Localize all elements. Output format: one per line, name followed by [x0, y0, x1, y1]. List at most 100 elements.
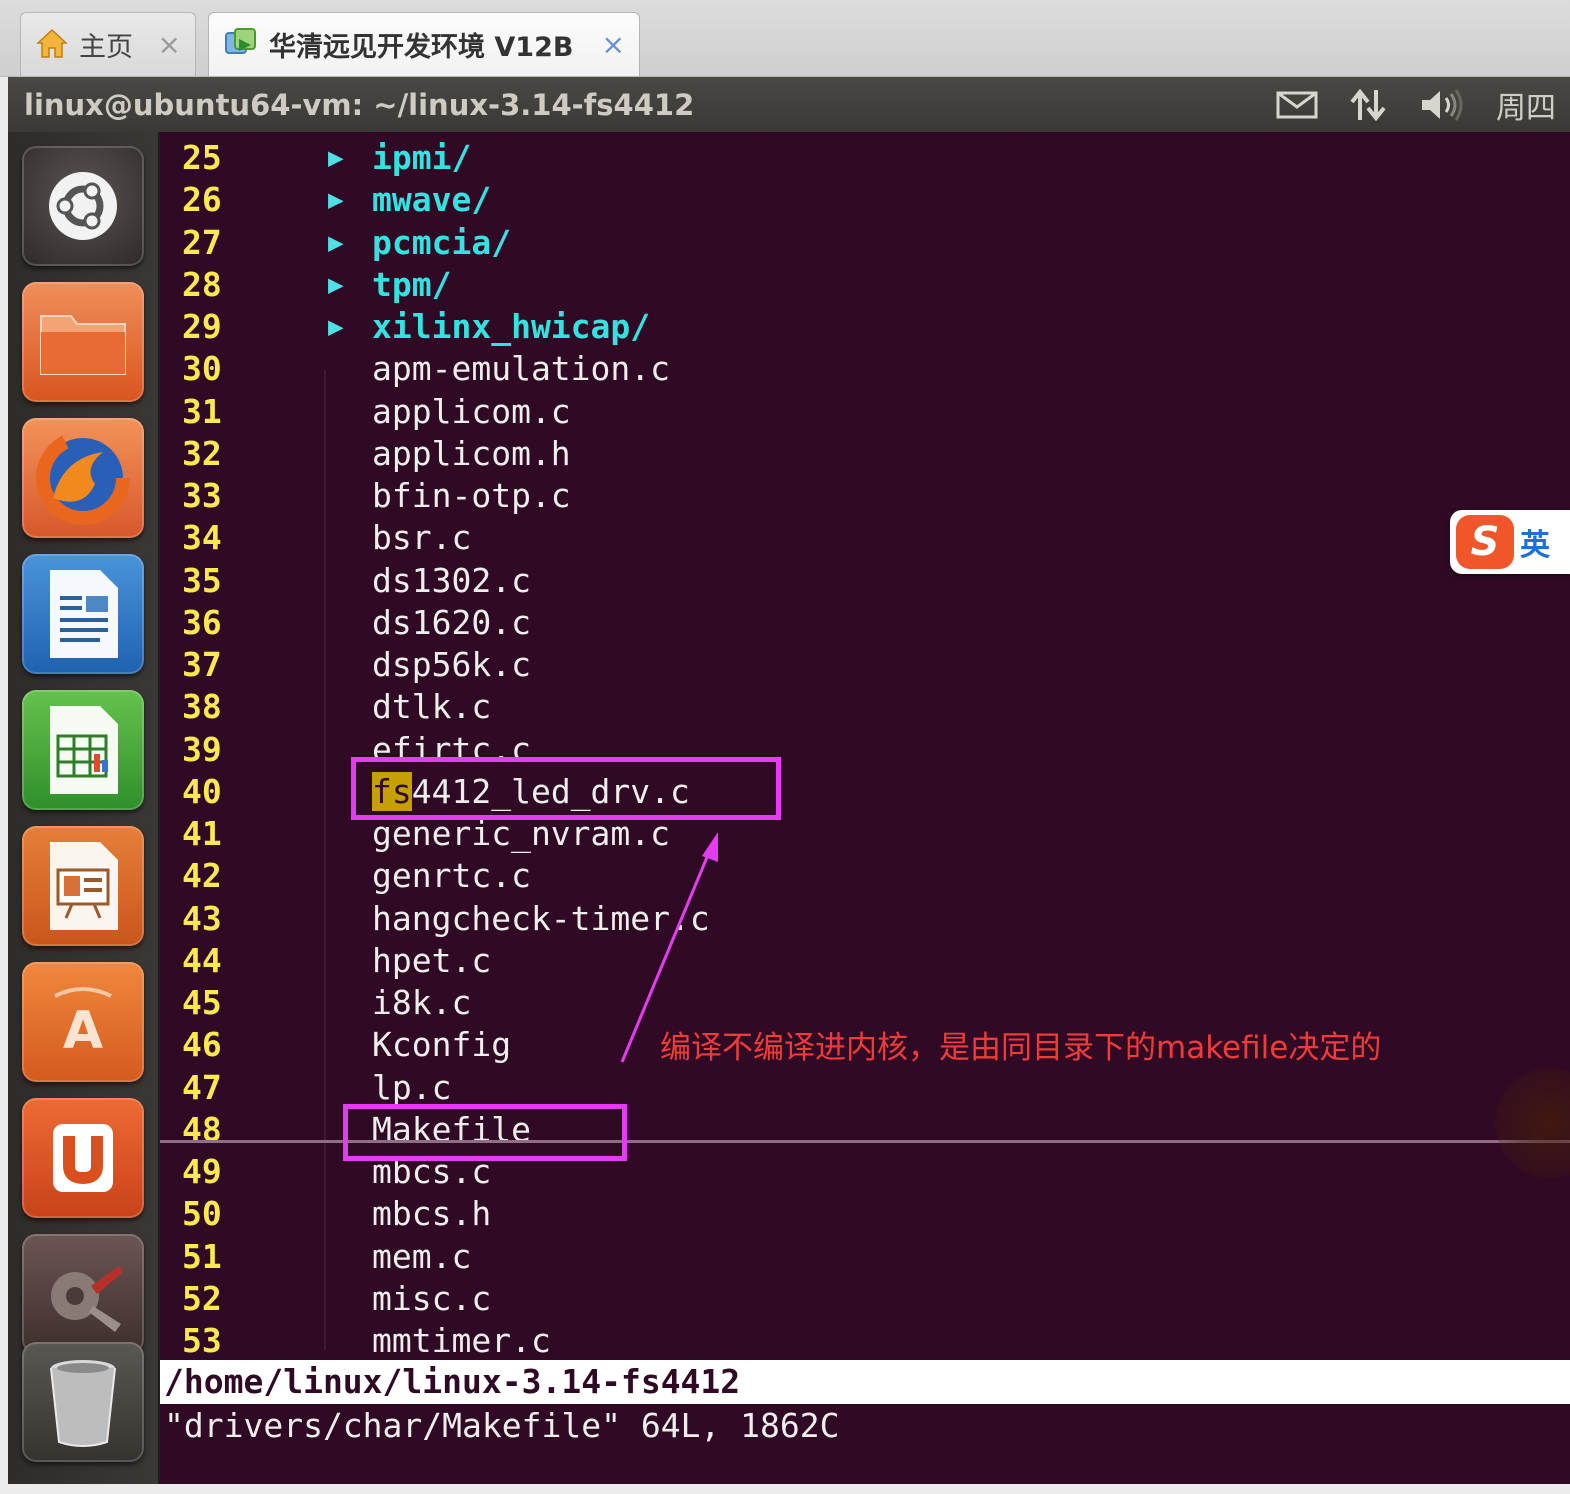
file-row[interactable]: 47 lp.c	[160, 1067, 1570, 1109]
file-name[interactable]: bsr.c	[372, 517, 471, 559]
file-row[interactable]: 26 ▶ mwave/	[160, 179, 1570, 221]
file-name[interactable]: applicom.h	[372, 433, 571, 475]
file-row[interactable]: 31 applicom.c	[160, 391, 1570, 433]
file-name[interactable]: mem.c	[372, 1236, 471, 1278]
dir-arrow-icon[interactable]: ▶	[328, 222, 344, 264]
line-number: 39	[182, 730, 222, 769]
file-row[interactable]: 28 ▶ tpm/	[160, 264, 1570, 306]
file-name[interactable]: Kconfig	[372, 1024, 511, 1066]
file-row[interactable]: 34 bsr.c	[160, 517, 1570, 559]
file-name[interactable]: hpet.c	[372, 940, 491, 982]
directory-name[interactable]: tpm/	[372, 264, 451, 306]
file-name[interactable]: genrtc.c	[372, 855, 531, 897]
file-row[interactable]: 29 ▶ xilinx_hwicap/	[160, 306, 1570, 348]
dash-home-icon[interactable]	[22, 146, 144, 266]
file-name[interactable]: dtlk.c	[372, 686, 491, 728]
line-number: 40	[182, 772, 222, 811]
tab-vm-label: 华清远见开发环境 V12B	[269, 32, 574, 63]
tab-home[interactable]: 主页 ×	[20, 12, 196, 76]
tab-vm[interactable]: 华清远见开发环境 V12B ×	[208, 12, 640, 76]
file-row[interactable]: 37 dsp56k.c	[160, 644, 1570, 686]
file-name[interactable]: i8k.c	[372, 982, 471, 1024]
trash-icon[interactable]	[22, 1342, 144, 1462]
impress-icon[interactable]	[22, 826, 144, 946]
file-name[interactable]: ds1302.c	[372, 560, 531, 602]
dir-arrow-icon[interactable]: ▶	[328, 137, 344, 179]
file-name[interactable]: lp.c	[372, 1067, 451, 1109]
volume-icon[interactable]	[1418, 87, 1466, 123]
directory-name[interactable]: pcmcia/	[372, 222, 511, 264]
dir-arrow-icon[interactable]: ▶	[328, 306, 344, 348]
close-icon[interactable]: ×	[158, 28, 181, 61]
calc-icon[interactable]	[22, 690, 144, 810]
vm-icon	[223, 25, 259, 65]
network-icon[interactable]	[1348, 86, 1388, 124]
line-number: 36	[182, 603, 222, 642]
file-row[interactable]: 30 apm-emulation.c	[160, 348, 1570, 390]
files-icon[interactable]	[22, 282, 144, 402]
close-icon[interactable]: ×	[602, 28, 625, 61]
system-settings-icon[interactable]	[22, 1234, 144, 1354]
dir-arrow-icon[interactable]: ▶	[328, 264, 344, 306]
file-name[interactable]: hangcheck-timer.c	[372, 898, 710, 940]
line-number: 50	[182, 1194, 222, 1233]
dir-arrow-icon[interactable]: ▶	[328, 179, 344, 221]
file-name[interactable]: mmtimer.c	[372, 1320, 551, 1362]
line-number: 44	[182, 941, 222, 980]
line-number: 49	[182, 1152, 222, 1191]
clock[interactable]: 周四	[1496, 83, 1556, 127]
vim-message: "drivers/char/Makefile" 64L, 1862C	[164, 1406, 840, 1445]
file-name[interactable]: mbcs.h	[372, 1193, 491, 1235]
line-number: 28	[182, 265, 222, 304]
file-row[interactable]: 52 misc.c	[160, 1278, 1570, 1320]
file-row[interactable]: 32 applicom.h	[160, 433, 1570, 475]
file-row[interactable]: 50 mbcs.h	[160, 1193, 1570, 1235]
line-number: 43	[182, 899, 222, 938]
file-row[interactable]: 44 hpet.c	[160, 940, 1570, 982]
line-number: 48	[182, 1110, 222, 1149]
file-row[interactable]: 36 ds1620.c	[160, 602, 1570, 644]
file-name[interactable]: bfin-otp.c	[372, 475, 571, 517]
writer-icon[interactable]	[22, 554, 144, 674]
directory-name[interactable]: mwave/	[372, 179, 491, 221]
line-number: 29	[182, 307, 222, 346]
mail-icon[interactable]	[1276, 90, 1318, 120]
annotation-text: 编译不编译进内核，是由同目录下的makefile决定的	[660, 1030, 1382, 1066]
line-number: 45	[182, 983, 222, 1022]
line-number: 37	[182, 645, 222, 684]
file-name[interactable]: dsp56k.c	[372, 644, 531, 686]
file-row[interactable]: 42 genrtc.c	[160, 855, 1570, 897]
file-name[interactable]: applicom.c	[372, 391, 571, 433]
line-number: 26	[182, 180, 222, 219]
sogou-logo-icon: S	[1456, 515, 1514, 569]
directory-name[interactable]: ipmi/	[372, 137, 471, 179]
file-row[interactable]: 45 i8k.c	[160, 982, 1570, 1024]
software-center-icon[interactable]: A	[22, 962, 144, 1082]
file-row[interactable]: 43 hangcheck-timer.c	[160, 898, 1570, 940]
firefox-icon[interactable]	[22, 418, 144, 538]
file-row[interactable]: 33 bfin-otp.c	[160, 475, 1570, 517]
window-title: linux@ubuntu64-vm: ~/linux-3.14-fs4412	[24, 87, 695, 122]
file-row[interactable]: 27 ▶ pcmcia/	[160, 222, 1570, 264]
line-number: 33	[182, 476, 222, 515]
line-number: 42	[182, 856, 222, 895]
ubuntu-one-icon[interactable]	[22, 1098, 144, 1218]
file-row[interactable]: 35 ds1302.c	[160, 560, 1570, 602]
line-number: 41	[182, 814, 222, 853]
line-number: 52	[182, 1279, 222, 1318]
svg-text:A: A	[63, 1001, 103, 1061]
ime-language[interactable]: 英	[1520, 520, 1550, 564]
file-row[interactable]: 25 ▶ ipmi/	[160, 137, 1570, 179]
line-number: 35	[182, 561, 222, 600]
directory-name[interactable]: xilinx_hwicap/	[372, 306, 650, 348]
file-name[interactable]: misc.c	[372, 1278, 491, 1320]
file-row[interactable]: 51 mem.c	[160, 1236, 1570, 1278]
indicator-area: 周四	[1276, 83, 1570, 127]
ime-toolbar[interactable]: S 英	[1450, 510, 1570, 574]
line-number: 34	[182, 518, 222, 557]
file-row[interactable]: 38 dtlk.c	[160, 686, 1570, 728]
file-row[interactable]: 53 mmtimer.c	[160, 1320, 1570, 1362]
line-number: 46	[182, 1025, 222, 1064]
file-name[interactable]: apm-emulation.c	[372, 348, 670, 390]
file-name[interactable]: ds1620.c	[372, 602, 531, 644]
